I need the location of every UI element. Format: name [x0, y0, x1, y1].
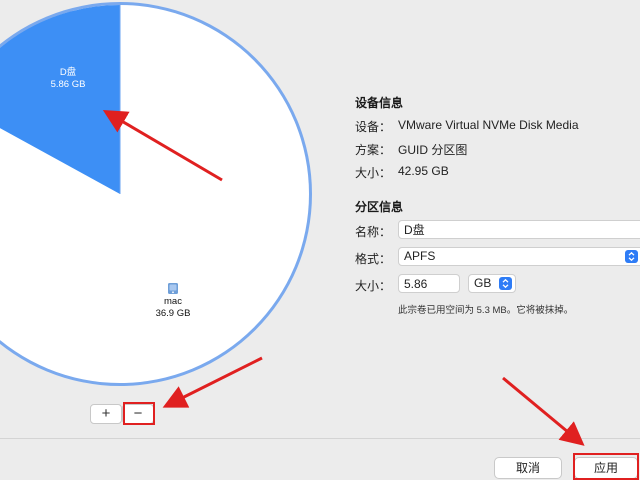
- partition-pie-chart[interactable]: [0, 0, 340, 400]
- size-unit-select[interactable]: GB: [468, 274, 516, 293]
- device-size-value: 42.95 GB: [398, 164, 449, 178]
- select-chevron-icon: [625, 250, 638, 263]
- cancel-button[interactable]: 取消: [494, 457, 562, 479]
- format-label: 格式：: [355, 252, 392, 266]
- scheme-label: 方案：: [355, 143, 392, 157]
- device-value: VMware Virtual NVMe Disk Media: [398, 118, 579, 132]
- partition-name-input[interactable]: [398, 220, 640, 239]
- remove-partition-button[interactable]: −: [122, 404, 154, 424]
- device-label: 设备：: [355, 120, 392, 134]
- partition-size-input[interactable]: [398, 274, 460, 293]
- footer-divider: [0, 438, 640, 439]
- add-partition-button[interactable]: +: [90, 404, 122, 424]
- partition-size: 5.86 GB: [50, 79, 86, 90]
- partition-label-d: D盘 5.86 GB: [44, 67, 92, 91]
- partition-name: D盘: [59, 67, 77, 78]
- format-value: APFS: [404, 249, 436, 263]
- device-info-title: 设备信息: [355, 96, 404, 110]
- drive-icon: [168, 283, 178, 294]
- format-select[interactable]: APFS: [398, 247, 640, 266]
- arrow-to-apply-button: [502, 376, 585, 446]
- partition-name: mac: [164, 296, 182, 307]
- name-label: 名称：: [355, 225, 392, 239]
- partition-info-title: 分区信息: [355, 200, 404, 214]
- select-chevron-icon: [499, 277, 512, 290]
- partition-size: 36.9 GB: [155, 308, 191, 319]
- partition-label-mac: mac 36.9 GB: [146, 282, 200, 320]
- size-unit-value: GB: [474, 276, 492, 290]
- size-label: 大小：: [355, 279, 392, 293]
- device-size-label: 大小：: [355, 166, 392, 180]
- scheme-value: GUID 分区图: [398, 143, 468, 157]
- erase-warning-text: 此宗卷已用空间为 5.3 MB。它将被抹掉。: [398, 305, 574, 316]
- apply-button[interactable]: 应用: [574, 457, 638, 479]
